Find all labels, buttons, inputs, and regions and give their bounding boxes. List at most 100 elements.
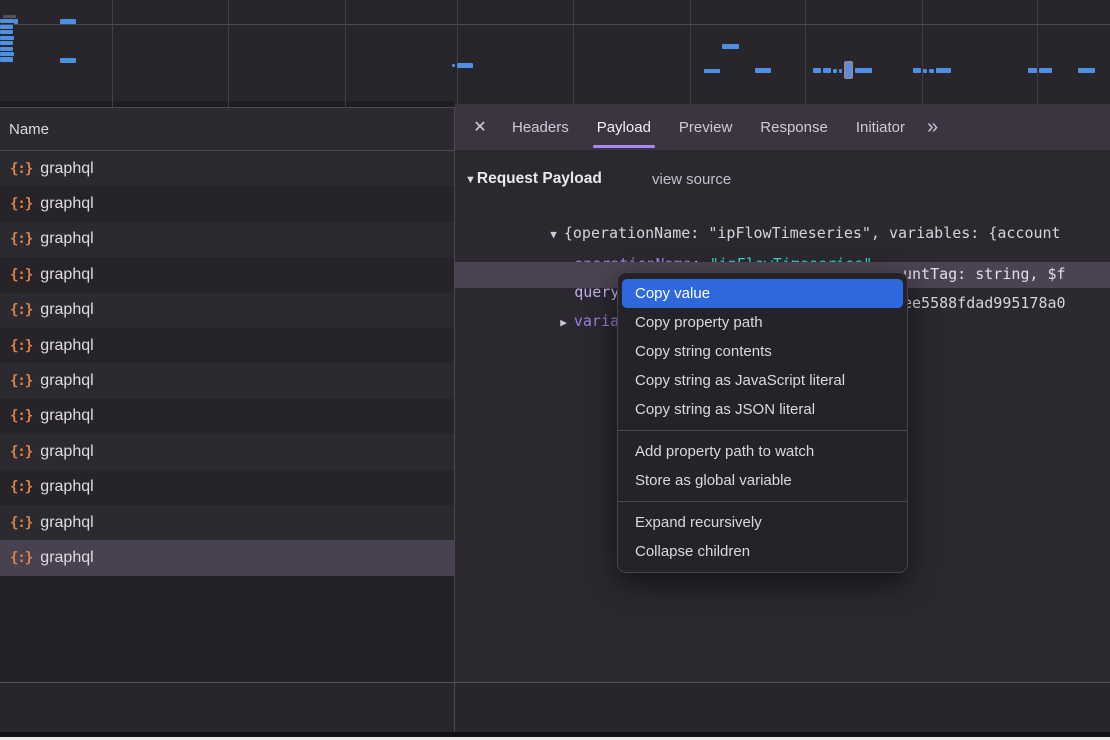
expand-closed-triangle-icon[interactable]: ▶ <box>560 316 567 329</box>
request-payload-section-title[interactable]: ▼Request Payload <box>465 170 602 188</box>
menu-item-collapse-children[interactable]: Collapse children <box>622 537 903 566</box>
tab-preview[interactable]: Preview <box>665 104 746 150</box>
tab-response[interactable]: Response <box>746 104 842 150</box>
detail-tabs: HeadersPayloadPreviewResponseInitiator <box>498 104 919 150</box>
json-braces-icon: {:} <box>10 444 32 460</box>
waterfall-bar <box>923 69 927 73</box>
request-name: graphql <box>40 514 93 532</box>
request-list: {:} graphql {:} graphql {:} graphql {:} graphql… <box>0 151 454 576</box>
waterfall-bar <box>1039 68 1052 73</box>
request-list-panel: Name {:}graphql{:}graphql{:}graphql{:}gr… <box>0 107 455 682</box>
waterfall-bar <box>913 68 921 73</box>
json-braces-icon: {:} <box>10 267 32 283</box>
request-row[interactable]: {:}graphql <box>0 328 454 363</box>
more-tabs-icon[interactable]: » <box>927 116 938 139</box>
request-row[interactable]: {:} graphql <box>0 505 454 540</box>
json-braces-icon: {:} <box>10 550 32 566</box>
devtools-network-panel: Name {:}graphql{:}graphql{:}graphql{:}gr… <box>0 0 1110 740</box>
request-name: graphql <box>40 407 93 425</box>
request-name: graphql <box>40 443 93 461</box>
waterfall-bar <box>60 58 76 63</box>
request-row[interactable]: {:}graphql <box>0 293 454 328</box>
waterfall-bar <box>452 64 455 67</box>
menu-item-store-as-global-variable[interactable]: Store as global variable <box>622 466 903 495</box>
panel-split-line[interactable] <box>454 683 455 732</box>
waterfall-bar <box>0 30 13 34</box>
request-row[interactable]: {:}graphql <box>0 151 454 186</box>
menu-item-copy-property-path[interactable]: Copy property path <box>622 308 903 337</box>
overview-gridline <box>1037 0 1038 107</box>
waterfall-bar <box>823 68 831 73</box>
request-name: graphql <box>40 301 93 319</box>
status-bar <box>0 683 1110 732</box>
waterfall-bar <box>14 19 18 24</box>
context-menu-group: Expand recursivelyCollapse children <box>618 501 907 568</box>
waterfall-bar <box>0 47 13 51</box>
menu-item-copy-string-as-json-literal[interactable]: Copy string as JSON literal <box>622 395 903 424</box>
menu-item-expand-recursively[interactable]: Expand recursively <box>622 508 903 537</box>
menu-item-add-property-path-to-watch[interactable]: Add property path to watch <box>622 437 903 466</box>
section-collapse-triangle-icon[interactable]: ▼ <box>465 174 476 186</box>
overview-gridline <box>112 0 113 107</box>
json-braces-icon: {:} <box>10 479 32 495</box>
request-row[interactable]: {:} graphql <box>0 257 454 292</box>
waterfall-bar <box>0 25 13 29</box>
variables-value-fragment: ee5588fdad995178a0 <box>903 294 1066 312</box>
request-row[interactable]: {:} graphql <box>0 222 454 257</box>
waterfall-bar <box>0 57 13 62</box>
context-menu-group: Add property path to watchStore as globa… <box>618 430 907 497</box>
waterfall-bar <box>813 68 821 73</box>
context-menu: Copy valueCopy property pathCopy string … <box>617 272 908 573</box>
menu-item-copy-string-as-javascript-literal[interactable]: Copy string as JavaScript literal <box>622 366 903 395</box>
request-name: graphql <box>40 266 93 284</box>
waterfall-bar <box>833 69 837 73</box>
request-name: graphql <box>40 549 93 567</box>
menu-item-copy-string-contents[interactable]: Copy string contents <box>622 337 903 366</box>
json-braces-icon: {:} <box>10 231 32 247</box>
name-column-header[interactable]: Name <box>0 108 454 151</box>
context-menu-group: Copy valueCopy property pathCopy string … <box>618 277 907 426</box>
request-name: graphql <box>40 478 93 496</box>
request-row[interactable]: {:} graphql <box>0 434 454 469</box>
tab-headers[interactable]: Headers <box>498 104 583 150</box>
view-source-link[interactable]: view source <box>652 171 731 188</box>
waterfall-bar <box>839 69 842 73</box>
request-row[interactable]: {:}graphql <box>0 186 454 221</box>
overview-gridline <box>805 0 806 107</box>
name-column-label: Name <box>9 121 49 138</box>
waterfall-bar <box>1028 68 1037 73</box>
tab-payload[interactable]: Payload <box>583 104 665 150</box>
request-row[interactable]: {:}graphql <box>0 399 454 434</box>
overview-gridline <box>573 0 574 107</box>
request-name: graphql <box>40 372 93 390</box>
waterfall-bar <box>722 44 739 49</box>
json-braces-icon: {:} <box>10 515 32 531</box>
waterfall-bar <box>844 61 853 79</box>
request-row[interactable]: {:} graphql <box>0 470 454 505</box>
network-overview-strip[interactable] <box>0 0 1110 107</box>
query-value-fragment: untTag: string, $f <box>903 265 1066 283</box>
overview-divider-line <box>0 24 1110 25</box>
waterfall-bar <box>0 36 14 40</box>
request-row[interactable]: {:} graphql <box>0 363 454 398</box>
json-braces-icon: {:} <box>10 373 32 389</box>
request-name: graphql <box>40 230 93 248</box>
request-row[interactable]: {:} graphql <box>0 540 454 575</box>
waterfall-bar <box>457 63 473 68</box>
waterfall-bar <box>936 68 951 73</box>
waterfall-bar <box>0 41 13 45</box>
waterfall-bar <box>755 68 771 73</box>
overview-gridline <box>922 0 923 107</box>
overview-gridline <box>457 0 458 107</box>
json-braces-icon: {:} <box>10 196 32 212</box>
waterfall-bar <box>0 19 14 23</box>
waterfall-bar <box>929 69 934 73</box>
request-name: graphql <box>40 337 93 355</box>
json-braces-icon: {:} <box>10 161 32 177</box>
waterfall-bar <box>704 69 720 73</box>
close-icon[interactable]: ✕ <box>468 117 492 137</box>
detail-tab-bar: ✕ HeadersPayloadPreviewResponseInitiator… <box>455 104 1110 150</box>
overview-gridline <box>690 0 691 107</box>
menu-item-copy-value[interactable]: Copy value <box>622 279 903 308</box>
tab-initiator[interactable]: Initiator <box>842 104 919 150</box>
